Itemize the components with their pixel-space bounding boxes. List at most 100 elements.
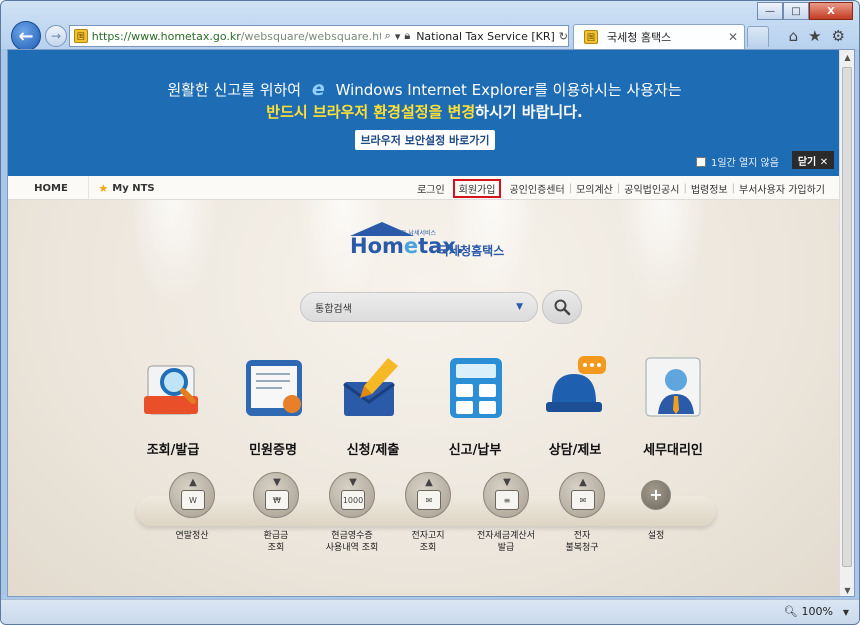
address-bar[interactable]: 国 https://www.hometax.go.kr/websquare/we…: [69, 25, 569, 47]
scroll-up-icon[interactable]: ▲: [840, 50, 854, 65]
browser-window: — □ X ← → 国 https://www.hometax.go.kr/we…: [0, 0, 860, 625]
e-appeal-icon: ▲ ✉: [559, 472, 605, 518]
menu-apply-submit[interactable]: 신청/제출: [330, 352, 416, 458]
refresh-icon[interactable]: ↻: [559, 30, 568, 43]
login-link[interactable]: 로그인: [413, 181, 449, 196]
tab-favicon-icon: 国: [584, 30, 598, 44]
scroll-down-icon[interactable]: ▼: [840, 583, 854, 596]
arrow-up-icon: ▲: [579, 477, 587, 488]
dont-show-today-option[interactable]: 1일간 열지 않음: [696, 154, 779, 169]
home-icon[interactable]: ⌂: [789, 27, 799, 45]
dont-show-checkbox[interactable]: [696, 156, 706, 167]
scroll-thumb[interactable]: [842, 67, 852, 567]
menu-report-pay[interactable]: 신고/납부: [432, 352, 518, 458]
search-document-icon: [144, 365, 198, 415]
hometax-logo[interactable]: 언제든 납세서비스 Hometax. 국세청홈택스: [346, 222, 506, 272]
icon-glyph: ✉: [571, 490, 595, 510]
quick-label: 연말정산: [175, 531, 209, 541]
law-info-link[interactable]: 법령정보: [687, 181, 732, 196]
favorites-star-icon[interactable]: ★: [808, 27, 821, 45]
search-button[interactable]: [542, 290, 582, 324]
window-controls: — □ X: [757, 2, 853, 20]
address-url[interactable]: https://www.hometax.go.kr/websquare/webs…: [92, 30, 381, 43]
page-viewport: 원활한 신고를 위하여 e Windows Internet Explorer를…: [7, 49, 855, 597]
dropdown-icon[interactable]: ▾: [395, 30, 401, 43]
new-tab-button[interactable]: [747, 26, 769, 47]
ie-logo-icon: e: [311, 78, 325, 100]
arrow-down-icon: ▼: [273, 477, 281, 488]
menu-civil-certificate[interactable]: 민원증명: [230, 352, 316, 458]
pen-envelope-icon: [343, 358, 398, 416]
quick-settings[interactable]: + 설정: [610, 472, 702, 542]
agent-person-icon: [645, 357, 701, 417]
mynts-label: My NTS: [112, 182, 155, 194]
year-end-settlement-icon: ▲ W: [169, 472, 215, 518]
menu-lookup-issue[interactable]: 조회/발급: [130, 352, 216, 458]
public-corp-disclosure-link[interactable]: 공익법인공시: [620, 181, 683, 196]
icon-glyph: ✉: [417, 490, 441, 510]
search-label: 통합검색: [315, 303, 352, 315]
mock-calculation-link[interactable]: 모의계산: [572, 181, 617, 196]
arrow-left-icon: ←: [18, 25, 34, 47]
icon-glyph: +: [649, 485, 663, 504]
chevron-down-icon[interactable]: ▼: [516, 302, 523, 312]
logo-korean-name: 국세청홈택스: [438, 244, 505, 258]
chevron-down-icon[interactable]: ▼: [843, 608, 849, 617]
quick-year-end-settlement[interactable]: ▲ W 연말정산: [146, 472, 238, 542]
back-button[interactable]: ←: [11, 21, 41, 51]
banner-line1-start: 원활한 신고를 위하여: [167, 81, 302, 99]
status-bar: 🔍︎ 100% ▼: [1, 599, 859, 624]
vertical-scrollbar[interactable]: ▲ ▼: [839, 50, 854, 596]
menu-label: 신고/납부: [448, 443, 502, 458]
arrow-down-icon: ▼: [503, 477, 511, 488]
url-path: /websquare/websquare.html?w2xPat: [240, 29, 381, 43]
browser-security-settings-button[interactable]: 브라우저 보안설정 바로가기: [355, 130, 495, 150]
quick-label: 설정: [647, 531, 665, 541]
spotlight-decoration: [128, 186, 218, 306]
address-refresh: ↻: [559, 30, 568, 43]
menu-label: 세무대리인: [643, 443, 703, 458]
home-tab[interactable]: HOME: [14, 176, 88, 200]
close-window-button[interactable]: X: [809, 2, 853, 20]
banner-close-button[interactable]: 닫기 ✕: [792, 151, 834, 169]
mynts-tab[interactable]: ★ My NTS: [88, 176, 164, 200]
signup-link[interactable]: 회원가입: [452, 178, 502, 198]
close-tab-icon[interactable]: ✕: [728, 30, 738, 44]
maximize-button[interactable]: □: [783, 2, 809, 20]
plus-icon: +: [641, 480, 671, 510]
menu-tax-agent[interactable]: 세무대리인: [630, 352, 716, 458]
cash-receipt-icon: ▼ 1000: [329, 472, 375, 518]
tab-hometax[interactable]: 国 국세청 홈택스 ✕: [573, 24, 745, 49]
calculator-icon: [450, 358, 502, 418]
menu-consult-report[interactable]: 상담/제보: [532, 352, 618, 458]
top-links: 로그인 회원가입 공인인증센터 | 모의계산 | 공익법인공시 | 법령정보 |…: [413, 176, 829, 200]
integrated-search-select[interactable]: 통합검색 ▼: [300, 292, 538, 322]
search-icon[interactable]: ⌕: [385, 29, 391, 43]
dont-show-label: 1일간 열지 않음: [711, 158, 779, 169]
browser-tools: ⌂ ★ ⚙: [789, 27, 845, 45]
dept-user-signup-link[interactable]: 부서사용자 가입하기: [735, 181, 829, 196]
minimize-button[interactable]: —: [757, 2, 783, 20]
lock-icon[interactable]: 🔒︎: [404, 29, 410, 43]
siren-chat-icon: [546, 356, 606, 412]
gear-icon[interactable]: ⚙: [832, 27, 845, 45]
browser-toolbar: — □ X ← → 国 https://www.hometax.go.kr/we…: [1, 1, 859, 51]
forward-button[interactable]: →: [45, 25, 67, 47]
banner-line1: 원활한 신고를 위하여 e Windows Internet Explorer를…: [8, 78, 841, 100]
site-favicon-icon: 国: [74, 29, 88, 43]
site-identity[interactable]: National Tax Service [KR]: [416, 30, 555, 43]
refund-icon: ▼ ₩: [253, 472, 299, 518]
menu-label: 상담/제보: [548, 443, 602, 458]
certificate-center-link[interactable]: 공인인증센터: [505, 181, 568, 196]
menu-label: 조회/발급: [146, 443, 200, 458]
address-actions: ⌕ ▾ 🔒︎: [385, 29, 411, 43]
arrow-up-icon: ▲: [425, 477, 433, 488]
icon-glyph: ≡: [495, 490, 519, 510]
zoom-level: 100%: [801, 605, 833, 618]
top-nav: HOME ★ My NTS 로그인 회원가입 공인인증센터 | 모의계산 | 공…: [8, 176, 841, 200]
arrow-up-icon: ▲: [189, 477, 197, 488]
zoom-control[interactable]: 🔍︎ 100%: [784, 605, 833, 618]
tab-title: 국세청 홈택스: [607, 31, 672, 44]
arrow-down-icon: ▼: [349, 477, 357, 488]
icon-glyph: 1000: [341, 490, 365, 510]
